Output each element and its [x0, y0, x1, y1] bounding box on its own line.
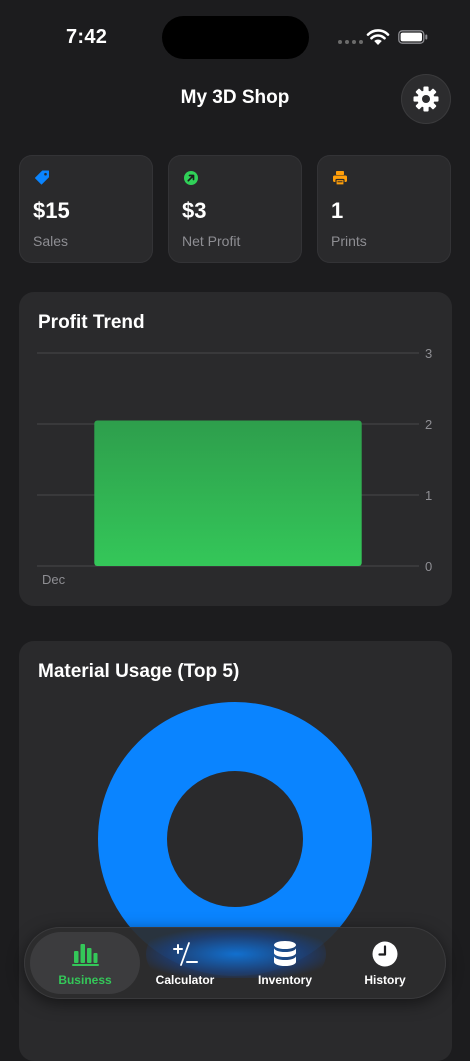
tab-business-label: Business [58, 973, 112, 987]
x-tick-label: Dec [42, 572, 66, 587]
dynamic-island [162, 16, 309, 59]
chart-bar-icon [72, 944, 99, 966]
sales-label: Sales [33, 233, 69, 249]
prints-card[interactable]: 1 Prints [317, 155, 451, 263]
prints-value: 1 [331, 198, 344, 223]
prints-label: Prints [331, 233, 367, 249]
cellular-signal-icon [338, 40, 363, 44]
tag-icon [35, 170, 49, 185]
status-time: 7:42 [66, 26, 108, 48]
clock-icon [372, 941, 398, 967]
y-tick-label: 0 [425, 559, 432, 574]
printer-icon [333, 171, 347, 186]
battery-icon [398, 30, 428, 44]
page-title: My 3D Shop [180, 87, 290, 108]
net-profit-card[interactable]: $3 Net Profit [168, 155, 302, 263]
sales-value: $15 [33, 198, 70, 223]
tab-inventory-label: Inventory [257, 973, 312, 987]
net-profit-value: $3 [182, 198, 207, 223]
profit-trend-chart: 0 1 2 3 Dec [37, 346, 432, 587]
y-tick-label: 2 [425, 417, 432, 432]
tab-business[interactable]: Business [30, 932, 140, 994]
tab-history[interactable]: History [330, 932, 440, 994]
y-tick-label: 1 [425, 488, 432, 503]
donut-slice[interactable] [98, 702, 372, 976]
status-bar: 7:42 [0, 0, 470, 70]
y-tick-label: 3 [425, 346, 432, 361]
profit-trend-card: Profit Trend 0123 Dec [19, 292, 452, 606]
settings-button[interactable] [401, 74, 451, 124]
tab-inventory[interactable]: Inventory [230, 932, 340, 994]
tab-calculator-label: Calculator [155, 973, 215, 987]
profit-bar[interactable] [94, 420, 362, 566]
net-profit-label: Net Profit [182, 233, 241, 249]
plus-minus-icon [173, 942, 198, 966]
tab-calculator[interactable]: Calculator [130, 932, 240, 994]
arrow-up-right-circle-icon [184, 171, 198, 185]
gear-icon [413, 86, 439, 112]
sales-card[interactable]: $15 Sales [19, 155, 153, 263]
tab-history-label: History [364, 973, 406, 987]
database-icon [274, 941, 296, 966]
wifi-icon [366, 29, 390, 45]
